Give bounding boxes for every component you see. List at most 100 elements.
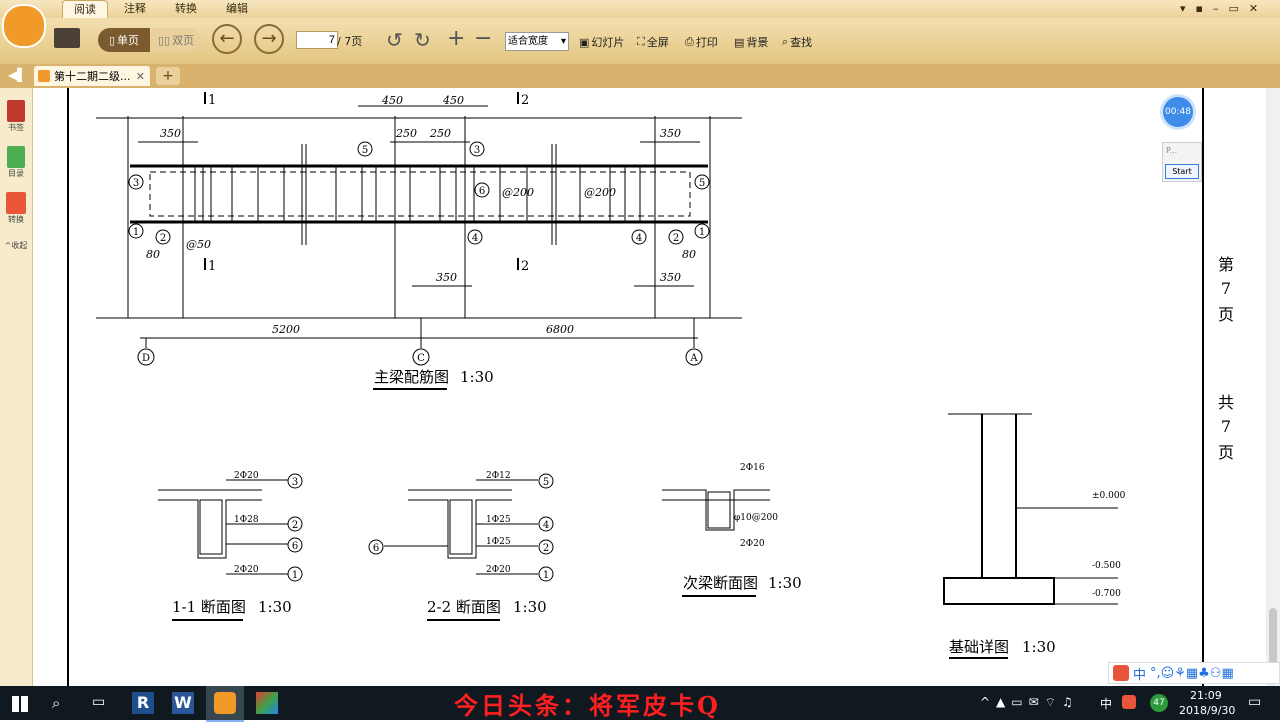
windows-start-icon[interactable] [12,696,28,712]
secondary-beam-scale: 1:30 [768,574,802,592]
convert-icon [6,192,26,214]
section-22-title: 2-2 断面图 [427,598,501,616]
clock-time[interactable]: 21:09 [1190,689,1222,702]
axis-label: C [417,353,425,364]
dim-label: 350 [660,271,681,284]
spacing-label: @200 [584,186,616,199]
toolbar: ▯单页 ▯▯双页 ← → / 7页 ↺ ↻ + − 适合宽度▾ ▣幻灯片 ⛶全屏… [0,4,1280,65]
svg-text:2Φ20: 2Φ20 [234,565,259,575]
single-page-button[interactable]: ▯ 单页 [98,28,150,52]
next-page-button[interactable]: → [254,24,284,54]
svg-text:5: 5 [362,145,368,156]
sidebar: 书签 目录 转换 ^收起 [0,88,33,686]
find-button[interactable]: ⌕ 查找 [782,34,812,50]
zoom-in-icon[interactable]: + [447,26,465,51]
task-view-icon[interactable]: ▭ [92,694,105,710]
tray-ime[interactable]: 中 [1100,695,1112,712]
sidebar-item-bookmark[interactable]: 书签 [3,100,29,133]
vertical-scrollbar[interactable] [1266,88,1280,686]
watermark-text: 今日头条：将军皮卡Q [454,691,721,720]
menu-tab-convert[interactable]: 转换 [164,0,208,18]
svg-text:3: 3 [133,178,139,189]
menu-tab-edit[interactable]: 编辑 [215,0,259,18]
svg-text:2Φ12: 2Φ12 [486,471,511,481]
clock-date[interactable]: 2018/9/30 [1179,704,1235,717]
ime-tools-icon: °,☺⚘▦♣⚇▦ [1150,665,1234,681]
sidebar-item-toc[interactable]: 目录 [3,146,29,179]
menu-bar: 阅读 注释 转换 编辑 ▾▪–▭✕ [0,0,1280,18]
image-app-icon[interactable] [256,692,278,714]
fullscreen-button[interactable]: ⛶ 全屏 [637,34,669,50]
temperature-badge[interactable]: 47 [1150,694,1168,712]
svg-text:4: 4 [636,233,642,244]
slideshow-icon: ▣ [579,35,590,49]
sidebar-toggle-icon[interactable]: ◀▌ [8,68,26,82]
background-button[interactable]: ▤ 背景 [734,34,768,50]
sogou-tray-icon[interactable] [1122,695,1136,709]
window-controls[interactable]: ▾▪–▭✕ [1180,2,1268,15]
search-icon[interactable]: ⌕ [52,694,60,712]
page-number-input[interactable] [296,31,338,49]
elevation-label: -0.700 [1092,589,1121,599]
notification-icon[interactable]: ▭ [1248,694,1261,710]
double-page-button[interactable]: ▯▯ 双页 [151,28,201,52]
foundation-title: 基础详图 [949,638,1009,656]
tab-bar: ◀▌ + [0,64,1280,88]
page-side-label: 页 [1218,443,1234,462]
sogou-logo-icon [1113,665,1129,681]
printer-icon: ⎙ [685,35,694,48]
svg-text:5: 5 [543,477,549,488]
page-side-label: 页 [1218,305,1234,324]
section-cut-label: 1 [208,93,216,108]
chevron-down-icon: ▾ [560,36,566,47]
document-tab[interactable]: 第十二期二级... ✕ [34,66,150,86]
new-tab-button[interactable]: + [156,67,180,85]
spacing-label: @50 [186,238,211,251]
zoom-out-icon[interactable]: − [474,26,492,51]
start-button[interactable]: Start [1165,164,1199,179]
dim-label: 80 [146,248,160,261]
slideshow-button[interactable]: ▣ 幻灯片 [579,34,624,50]
svg-text:4: 4 [543,520,549,531]
menu-tab-annotate[interactable]: 注释 [113,0,157,18]
svg-text:1: 1 [292,570,298,581]
svg-text:4: 4 [472,233,478,244]
sidebar-collapse[interactable]: ^收起 [3,240,29,251]
secondary-beam-title: 次梁断面图 [683,574,758,592]
rotate-left-icon[interactable]: ↺ [386,28,403,52]
taskbar: ⌕ ▭ R W 今日头条：将军皮卡Q ^▲▭✉⌔♫ 中 47 21:09 201… [0,686,1280,722]
bookmark-icon [7,100,25,122]
toc-icon [7,146,25,168]
rotate-right-icon[interactable]: ↻ [414,28,431,52]
svg-text:2Φ20: 2Φ20 [740,539,765,549]
close-icon[interactable]: ✕ [136,70,145,83]
pdf-file-icon [38,70,50,82]
section-cut-label: 2 [521,259,529,274]
section-11-scale: 1:30 [258,598,292,616]
prev-page-button[interactable]: ← [212,24,242,54]
folder-icon[interactable] [54,28,80,48]
section-cut-label: 1 [208,259,216,274]
ime-toolbar[interactable]: 中 °,☺⚘▦♣⚇▦ [1108,662,1280,684]
double-page-icon: ▯▯ [157,33,171,47]
print-button[interactable]: ⎙ 打印 [685,34,718,50]
sidebar-item-convert[interactable]: 转换 [3,192,29,225]
zoom-mode-select[interactable]: 适合宽度 ▾ [505,32,569,51]
single-page-icon: ▯ [108,33,116,47]
svg-text:2Φ20: 2Φ20 [486,565,511,575]
app-logo-icon[interactable] [2,4,46,48]
word-app-icon[interactable]: W [172,692,194,714]
scrollbar-thumb[interactable] [1269,608,1277,668]
tray-icons[interactable]: ^▲▭✉⌔♫ [980,695,1079,710]
pdf-reader-app-icon[interactable] [206,686,244,722]
menu-tab-read[interactable]: 阅读 [62,0,108,18]
svg-text:1: 1 [133,227,139,238]
page-side-label: 7 [1221,279,1231,298]
svg-text:1Φ25: 1Φ25 [486,515,511,525]
svg-text:6: 6 [479,186,485,197]
revit-app-icon[interactable]: R [132,692,154,714]
recorder-widget: P... Start [1162,142,1202,182]
svg-text:1: 1 [543,570,549,581]
svg-text:3: 3 [292,477,298,488]
svg-text:φ10@200: φ10@200 [734,513,778,523]
